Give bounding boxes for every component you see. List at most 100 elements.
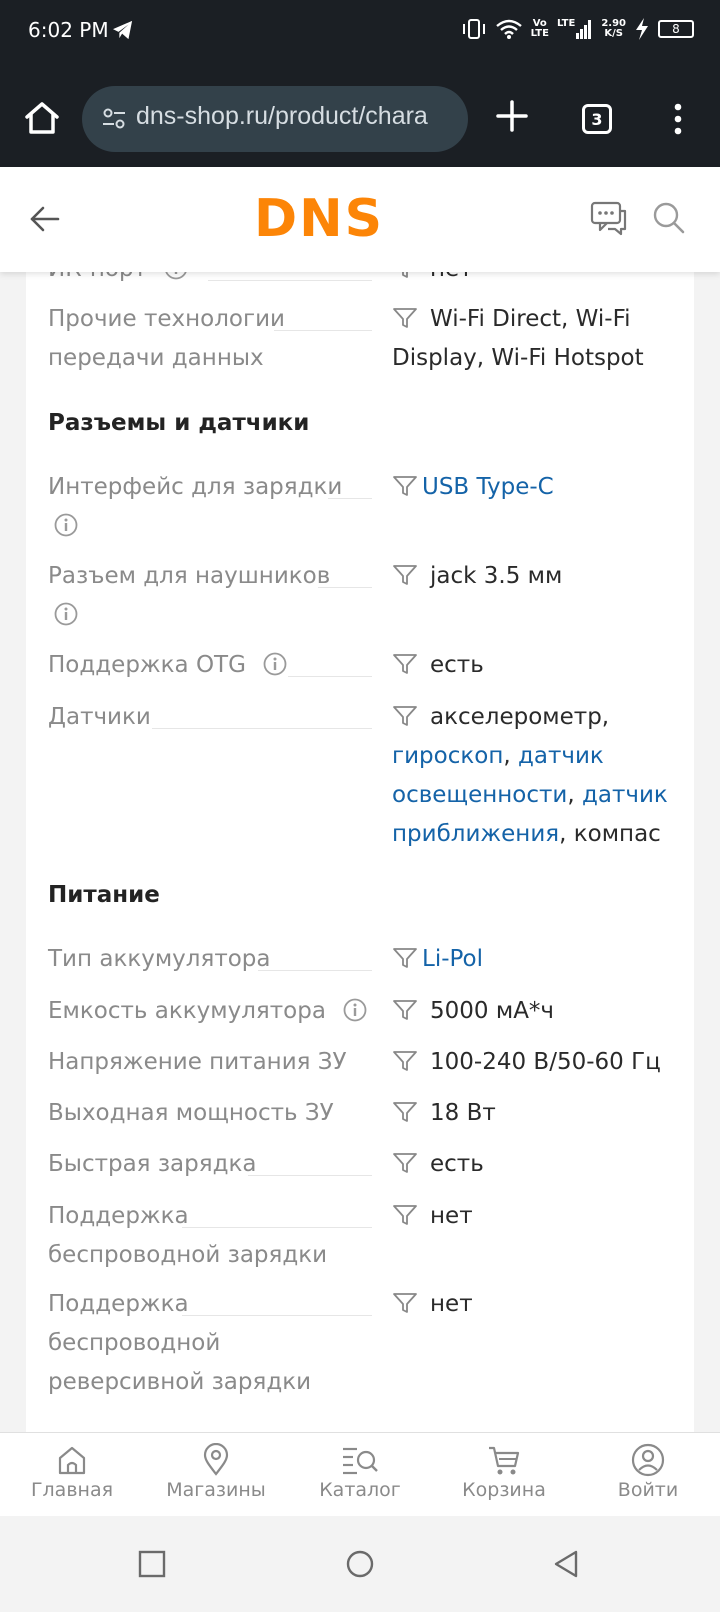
bottom-navigation: Главная Магазины Каталог Корзина Войти (0, 1432, 720, 1516)
filter-icon[interactable] (392, 704, 418, 728)
volte-indicator: Vo LTE (530, 18, 549, 39)
spec-name: Датчики (48, 704, 151, 730)
spec-name: Быстрая зарядка (48, 1151, 257, 1177)
spec-row-battery-capacity: Емкость аккумулятора 5000 мА*ч (48, 992, 668, 1032)
network-speed: 2.90 K/S (601, 18, 626, 39)
chat-icon[interactable] (590, 199, 628, 237)
charging-bolt-icon (636, 18, 648, 40)
info-icon[interactable] (54, 513, 78, 537)
user-icon (631, 1443, 665, 1477)
spec-row-otg: Поддержка OTG есть (48, 646, 668, 686)
tab-switcher-button[interactable]: 3 (582, 104, 612, 134)
nav-catalog[interactable]: Каталог (288, 1433, 432, 1516)
info-icon[interactable] (343, 998, 367, 1022)
filter-icon[interactable] (392, 272, 418, 280)
nav-home[interactable]: Главная (0, 1433, 144, 1516)
section-title-power: Питание (48, 882, 160, 908)
specs-card: ИК-порт нет Прочие технологии передачи д… (26, 272, 694, 1432)
sensor-link-proximity-2[interactable]: приближения (392, 821, 559, 847)
nav-login[interactable]: Войти (576, 1433, 720, 1516)
section-title-connectors: Разъемы и датчики (48, 410, 310, 436)
filter-icon[interactable] (392, 946, 418, 970)
home-circle-icon[interactable] (344, 1548, 376, 1580)
spec-name: Разъем для наушников (48, 557, 348, 635)
nav-stores[interactable]: Магазины (144, 1433, 288, 1516)
spec-value: нет (392, 272, 682, 289)
nav-cart[interactable]: Корзина (432, 1433, 576, 1516)
spec-row-battery-type: Тип аккумулятора Li-Pol (48, 940, 668, 980)
telegram-icon (113, 20, 133, 40)
catalog-search-icon (343, 1447, 378, 1475)
spec-name: Интерфейс для зарядки (48, 468, 348, 546)
url-text[interactable]: dns-shop.ru/product/chara (136, 102, 428, 131)
filter-icon[interactable] (392, 1291, 418, 1315)
new-tab-icon[interactable] (494, 98, 530, 134)
url-bar[interactable]: dns-shop.ru/product/chara (82, 86, 468, 152)
info-icon[interactable] (164, 272, 188, 280)
status-icons: Vo LTE LTE 2.90 K/S 8 (461, 18, 694, 40)
filter-icon[interactable] (392, 652, 418, 676)
sensor-link-proximity[interactable]: датчик (582, 782, 668, 808)
dns-logo[interactable]: DNS (254, 193, 384, 245)
sensor-link-gyroscope[interactable]: гироскоп (392, 743, 503, 769)
sensor-link-light-2[interactable]: освещенности (392, 782, 567, 808)
spec-row-charging-interface: Интерфейс для зарядки USB Type-C (48, 468, 668, 548)
spec-row-other-tech: Прочие технологии передачи данных Wi-Fi … (48, 300, 668, 380)
cart-icon (489, 1446, 520, 1475)
status-time: 6:02 PM (28, 18, 109, 42)
spec-row-reverse-wireless: Поддержка беспроводной реверсивной заряд… (48, 1285, 668, 1405)
browser-toolbar: dns-shop.ru/product/chara 3 (0, 70, 720, 167)
filter-icon[interactable] (392, 1203, 418, 1227)
spec-name: Поддержка OTG (48, 646, 348, 685)
spec-name: Поддержка беспроводной зарядки (48, 1203, 328, 1268)
spec-row-wireless-charge: Поддержка беспроводной зарядки нет (48, 1197, 668, 1277)
back-arrow-icon[interactable] (28, 203, 62, 235)
filter-icon[interactable] (392, 474, 418, 498)
more-options-icon[interactable] (668, 102, 688, 136)
spec-name: Напряжение питания ЗУ (48, 1049, 347, 1075)
vibrate-icon (462, 19, 485, 39)
status-bar: 6:02 PM Vo LTE LTE 2.90 K/S 8 (0, 0, 720, 70)
filter-icon[interactable] (392, 998, 418, 1022)
sensor-link-light[interactable]: датчик (518, 743, 604, 769)
filter-icon[interactable] (392, 1049, 418, 1073)
spec-value: 100-240 В/50-60 Гц (392, 1043, 692, 1082)
back-triangle-icon[interactable] (550, 1548, 582, 1580)
system-navigation-bar (0, 1516, 720, 1612)
spec-name: Тип аккумулятора (48, 946, 271, 972)
filter-icon[interactable] (392, 563, 418, 587)
spec-row-charger-power: Выходная мощность ЗУ 18 Вт (48, 1094, 668, 1134)
info-icon[interactable] (54, 602, 78, 626)
spec-value: нет (392, 1285, 682, 1324)
spec-row-charger-voltage: Напряжение питания ЗУ 100-240 В/50-60 Гц (48, 1043, 668, 1083)
site-settings-icon[interactable] (102, 108, 126, 130)
filter-icon[interactable] (392, 1100, 418, 1124)
spec-name: Поддержка беспроводной реверсивной заряд… (48, 1291, 312, 1395)
spec-value-link[interactable]: USB Type-C (422, 474, 554, 500)
spec-value: Li-Pol (392, 940, 682, 979)
spec-value: USB Type-C (392, 468, 682, 507)
battery-indicator: 8 (658, 20, 694, 38)
lte-signal: LTE (557, 19, 593, 39)
spec-value: 5000 мА*ч (392, 992, 682, 1031)
spec-value: акселерометр, гироскоп, датчик освещенно… (392, 704, 668, 847)
specs-scroll-area[interactable]: ИК-порт нет Прочие технологии передачи д… (0, 272, 720, 1432)
search-icon[interactable] (652, 201, 686, 235)
spec-name: Емкость аккумулятора (48, 992, 378, 1031)
spec-value: 18 Вт (392, 1094, 682, 1133)
filter-icon[interactable] (392, 1151, 418, 1175)
recent-apps-icon[interactable] (136, 1548, 168, 1580)
spec-row-headphone-jack: Разъем для наушников jack 3.5 мм (48, 557, 668, 637)
spec-row-sensors: Датчики акселерометр, гироскоп, датчик о… (48, 698, 668, 858)
spec-row-ir-port: ИК-порт нет (48, 272, 668, 290)
spec-value: jack 3.5 мм (392, 557, 682, 596)
home-icon[interactable] (22, 98, 62, 138)
spec-value-link[interactable]: Li-Pol (422, 946, 483, 972)
info-icon[interactable] (263, 652, 287, 676)
spec-name: Выходная мощность ЗУ (48, 1100, 334, 1126)
spec-value: Wi-Fi Direct, Wi-Fi Display, Wi-Fi Hotsp… (392, 306, 644, 371)
site-header: DNS (0, 167, 720, 272)
filter-icon[interactable] (392, 306, 418, 330)
signal-icon (576, 20, 592, 39)
spec-name: Прочие технологии передачи данных (48, 306, 285, 371)
